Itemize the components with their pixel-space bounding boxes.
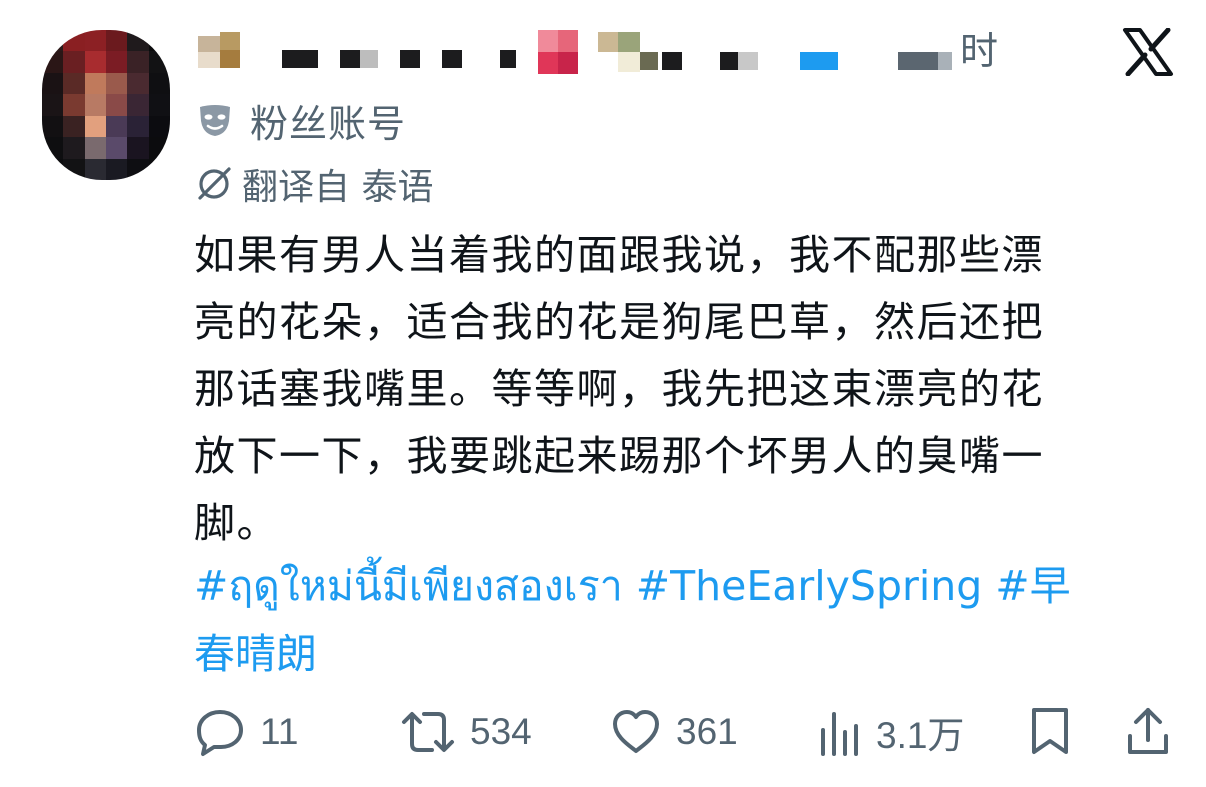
heart-icon <box>613 710 659 753</box>
globe-slash-icon <box>198 167 231 200</box>
hashtags[interactable]: #ฤดูใหม่นี้มีเพียงสองเรา #TheEarlySpring… <box>194 552 1154 688</box>
hashtag-line[interactable]: 春晴朗 <box>194 620 1154 688</box>
x-logo-icon[interactable] <box>1122 28 1174 76</box>
translation-notice[interactable]: 翻译自 泰语 <box>196 160 433 208</box>
redacted-name <box>220 50 240 68</box>
post-text-line: 如果有男人当着我的面跟我说，我不配那些漂 <box>194 231 1044 279</box>
reply-icon <box>197 710 243 756</box>
post-text-line: 脚。 <box>194 499 279 547</box>
timestamp-suffix: 时 <box>960 29 999 73</box>
like-count: 361 <box>676 711 738 752</box>
redacted-handle <box>800 52 838 70</box>
reply-button[interactable]: 11 <box>194 700 298 764</box>
translation-text: 翻译自 泰语 <box>242 167 434 208</box>
views-button[interactable]: 3.1万 <box>818 700 964 764</box>
redacted-name <box>198 36 220 52</box>
post-text-line: 那话塞我嘴里。等等啊，我先把这束漂亮的花 <box>194 365 1044 413</box>
redacted-name <box>538 52 558 74</box>
redacted-name <box>662 52 682 70</box>
redacted-name <box>640 52 658 70</box>
like-button[interactable]: 361 <box>610 700 738 764</box>
redacted-name <box>400 50 420 68</box>
mask-icon <box>200 105 230 136</box>
post-text-line: 亮的花朵，适合我的花是狗尾巴草，然后还把 <box>194 298 1044 346</box>
redacted-name <box>340 50 360 68</box>
redacted-name <box>618 32 640 52</box>
share-button[interactable] <box>1126 700 1170 764</box>
redacted-name <box>598 32 618 52</box>
redacted-name <box>558 30 578 52</box>
redacted-name <box>360 50 378 68</box>
fan-account-text: 粉丝账号 <box>250 101 407 146</box>
fan-account-label: 粉丝账号 <box>196 96 406 146</box>
redacted-name <box>500 50 516 68</box>
avatar[interactable] <box>42 30 170 180</box>
bookmark-button[interactable] <box>1028 700 1072 764</box>
redacted-handle <box>938 52 952 70</box>
reply-count: 11 <box>260 711 299 752</box>
redacted-name <box>738 52 758 70</box>
redacted-name <box>220 32 240 50</box>
redacted-name <box>442 50 462 68</box>
redacted-handle <box>898 52 938 70</box>
repost-count: 534 <box>470 711 532 752</box>
post-text-line: 放下一下，我要跳起来踢那个坏男人的臭嘴一 <box>194 432 1044 480</box>
bar-chart-icon <box>821 712 858 756</box>
views-count: 3.1万 <box>876 715 965 756</box>
redacted-name <box>720 52 738 70</box>
share-icon <box>1128 708 1168 754</box>
repost-button[interactable]: 534 <box>400 700 532 764</box>
redacted-name <box>538 30 558 52</box>
bookmark-icon <box>1032 708 1068 754</box>
hashtag-line[interactable]: #ฤดูใหม่นี้มีเพียงสองเรา #TheEarlySpring… <box>194 552 1154 620</box>
redacted-name <box>282 50 318 68</box>
repost-icon <box>402 712 454 752</box>
action-bar: 11 534 361 3.1万 <box>194 700 1174 764</box>
redacted-name <box>198 52 220 68</box>
post-text: 如果有男人当着我的面跟我说，我不配那些漂 亮的花朵，适合我的花是狗尾巴草，然后还… <box>194 222 1162 557</box>
redacted-name <box>558 52 578 74</box>
redacted-name <box>618 52 640 72</box>
